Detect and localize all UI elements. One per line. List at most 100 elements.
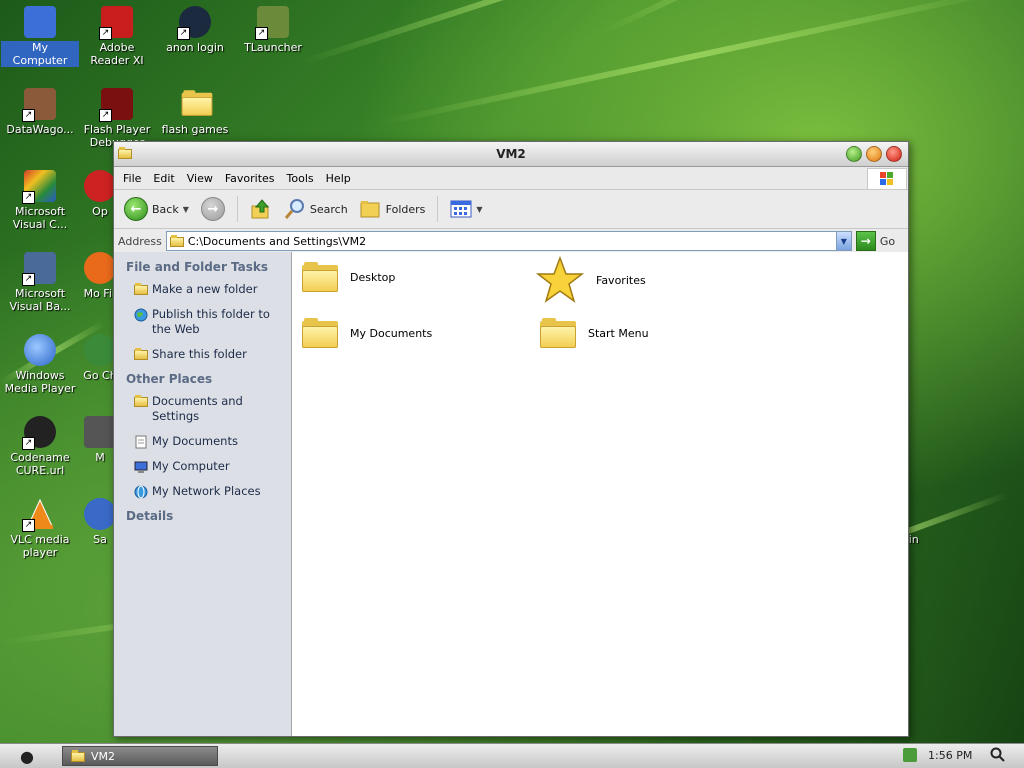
go-button[interactable]: → Go: [855, 231, 895, 251]
apple-start-icon[interactable]: ●: [20, 747, 34, 766]
explorer-window[interactable]: VM2 File Edit View Favorites Tools Help …: [113, 141, 909, 737]
folder-item-my-documents[interactable]: My Documents: [302, 318, 432, 348]
folder-icon: [169, 235, 184, 247]
network-globe-icon: [134, 485, 148, 499]
desktop-icon-datawago[interactable]: ↗ DataWago...: [1, 86, 79, 136]
views-button[interactable]: ▼: [446, 198, 486, 220]
desktop-icon-ms-visual-c[interactable]: ↗ Microsoft Visual C...: [1, 168, 79, 231]
desktop-icon-anon-login[interactable]: ↗ anon login: [156, 4, 234, 54]
task-share-folder[interactable]: Share this folder: [134, 347, 291, 362]
computer-icon: [134, 461, 148, 473]
firefox-icon: [84, 252, 116, 284]
folder-icon: [540, 318, 576, 348]
desktop-icon-label: Sa: [93, 533, 107, 546]
folder-icon: [179, 88, 213, 120]
desktop-icon-label: Codename CURE.url: [10, 451, 70, 477]
media-player-icon: [24, 334, 56, 366]
desktop-icon-flash-player[interactable]: ↗ Flash Player Debugger: [78, 86, 156, 149]
menu-favorites[interactable]: Favorites: [219, 172, 281, 185]
address-input[interactable]: C:\Documents and Settings\VM2 ▼: [165, 231, 852, 251]
desktop-icon-codename-cure[interactable]: ↗ Codename CURE.url: [1, 414, 79, 477]
desktop-icon-wmp[interactable]: Windows Media Player: [1, 332, 79, 395]
menu-edit[interactable]: Edit: [147, 172, 180, 185]
wallpaper-streak: [379, 0, 1007, 126]
maximize-button[interactable]: [866, 146, 882, 162]
folder-item-desktop[interactable]: Desktop: [302, 262, 395, 292]
address-label: Address: [118, 234, 162, 248]
folders-button[interactable]: Folders: [356, 197, 430, 221]
desktop-icon-flash-games[interactable]: flash games: [156, 86, 234, 136]
vlc-cone-icon: ↗: [22, 498, 56, 532]
file-folder-tasks-heading[interactable]: File and Folder Tasks: [126, 260, 291, 274]
task-make-new-folder[interactable]: Make a new folder: [134, 282, 291, 297]
desktop-icon-vlc[interactable]: ↗ VLC media player: [1, 496, 79, 559]
desktop-icon-label: anon login: [166, 41, 224, 54]
desktop-icon-tlauncher[interactable]: ↗ TLauncher: [234, 4, 312, 54]
close-button[interactable]: [886, 146, 902, 162]
shortcut-arrow-icon: ↗: [99, 109, 112, 122]
shortcut-arrow-icon: ↗: [177, 27, 190, 40]
window-title: VM2: [496, 147, 526, 161]
shortcut-arrow-icon: ↗: [22, 519, 35, 532]
windows-logo-icon: [867, 168, 907, 190]
computer-icon: [24, 6, 56, 38]
clock[interactable]: 1:56 PM: [928, 749, 972, 762]
tray-network-icon[interactable]: [903, 748, 917, 762]
folder-item-favorites[interactable]: Favorites: [536, 256, 646, 304]
up-folder-button[interactable]: [246, 196, 276, 222]
desktop-icon-my-computer[interactable]: My Computer: [1, 4, 79, 67]
desktop-icon-label: Windows Media Player: [4, 369, 76, 395]
taskbar-button-vm2[interactable]: VM2: [62, 746, 218, 766]
folder-item-label: Desktop: [350, 270, 396, 284]
task-label: Share this folder: [152, 347, 247, 361]
chevron-down-icon: ▼: [476, 204, 483, 214]
folder-item-label: Start Menu: [588, 326, 649, 340]
menu-file[interactable]: File: [117, 172, 147, 185]
folder-item-label: Favorites: [596, 273, 646, 287]
star-icon: [536, 256, 584, 303]
folder-item-start-menu[interactable]: Start Menu: [540, 318, 649, 348]
flash-icon: ↗: [99, 88, 133, 122]
search-label: Search: [309, 202, 348, 216]
menu-view[interactable]: View: [181, 172, 219, 185]
shortcut-arrow-icon: ↗: [22, 191, 35, 204]
search-icon[interactable]: [990, 747, 1006, 763]
chevron-down-icon[interactable]: ▼: [183, 205, 189, 214]
back-arrow-icon: ←: [124, 197, 148, 221]
shortcut-arrow-icon: ↗: [99, 27, 112, 40]
forward-button[interactable]: →: [197, 195, 229, 223]
shortcut-arrow-icon: ↗: [22, 437, 35, 450]
place-my-network[interactable]: My Network Places: [134, 484, 291, 499]
place-my-documents[interactable]: My Documents: [134, 434, 291, 449]
title-bar[interactable]: VM2: [114, 142, 908, 167]
task-label: Make a new folder: [152, 282, 258, 296]
codename-cure-icon: ↗: [22, 416, 56, 450]
place-label: My Network Places: [152, 484, 261, 498]
desktop-icon-label: Microsoft Visual Ba...: [9, 287, 71, 313]
views-icon: [450, 200, 472, 218]
place-my-computer[interactable]: My Computer: [134, 459, 291, 474]
folder-item-label: My Documents: [350, 326, 433, 340]
search-button[interactable]: Search: [280, 196, 352, 222]
visual-basic-icon: ↗: [22, 252, 56, 286]
desktop-icon-adobe-reader[interactable]: ↗ Adobe Reader XI: [78, 4, 156, 67]
details-heading[interactable]: Details: [126, 509, 291, 523]
place-documents-settings[interactable]: Documents and Settings: [134, 394, 291, 424]
task-publish-web[interactable]: Publish this folder to the Web: [134, 307, 291, 337]
folder-icon: [302, 318, 338, 348]
folder-icon: [302, 262, 338, 292]
menu-help[interactable]: Help: [320, 172, 357, 185]
address-dropdown-button[interactable]: ▼: [835, 232, 851, 250]
shortcut-arrow-icon: ↗: [22, 109, 35, 122]
back-button[interactable]: ← Back ▼: [120, 195, 193, 223]
desktop-icon-label: My Computer: [1, 41, 79, 67]
menu-tools[interactable]: Tools: [281, 172, 320, 185]
task-pane: File and Folder Tasks Make a new folder …: [114, 252, 292, 736]
minimize-button[interactable]: [846, 146, 862, 162]
other-places-heading[interactable]: Other Places: [126, 372, 291, 386]
back-label: Back: [152, 202, 179, 216]
desktop-icon-label: flash games: [161, 123, 229, 136]
place-label: My Documents: [152, 434, 238, 448]
desktop-icon-ms-visual-ba[interactable]: ↗ Microsoft Visual Ba...: [1, 250, 79, 313]
share-folder-icon: [134, 348, 148, 362]
